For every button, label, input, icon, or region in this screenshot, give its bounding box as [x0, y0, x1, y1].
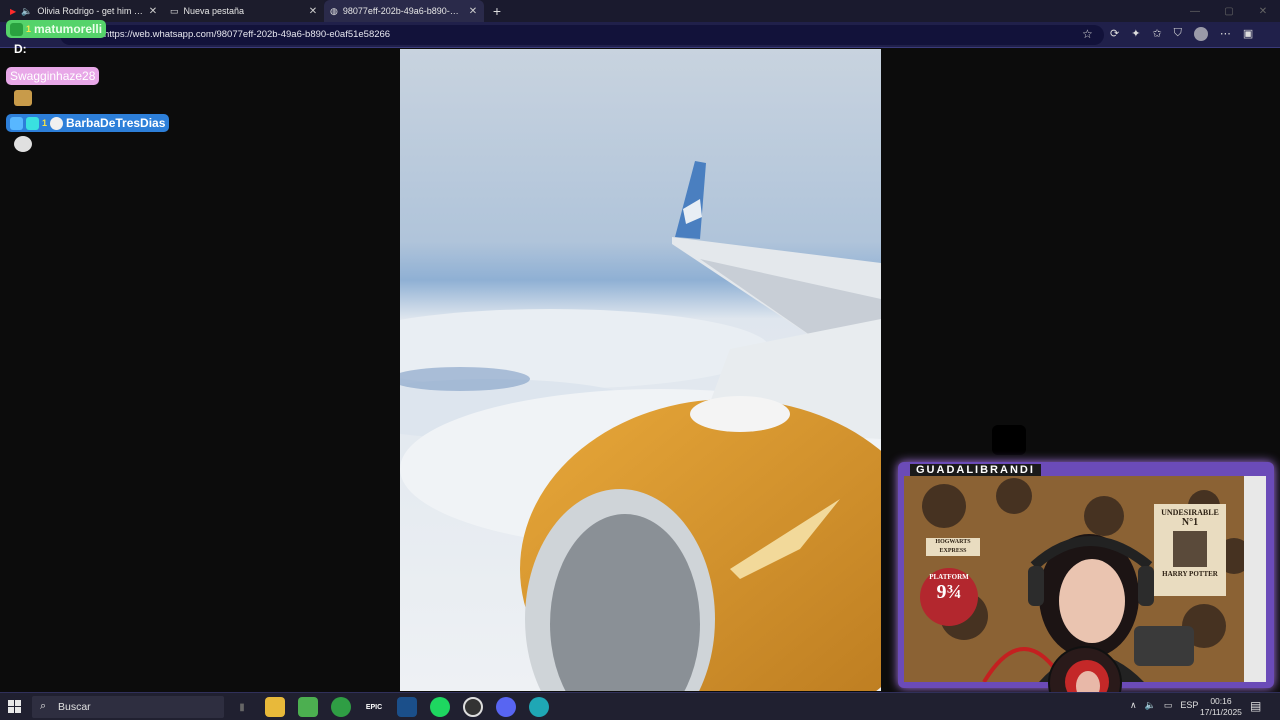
- youtube-icon: ▶: [10, 6, 17, 16]
- tab-new[interactable]: ▭ Nueva pestaña ✕: [164, 0, 324, 22]
- poster-number: N°1: [1181, 517, 1199, 528]
- platform-number: 9¾: [936, 581, 962, 603]
- file-explorer-icon[interactable]: [265, 697, 285, 717]
- minecraft-icon[interactable]: [298, 697, 318, 717]
- taskbar-clock[interactable]: 00:16 17/11/2025: [1200, 696, 1242, 718]
- system-tray: ∧ 🔈 ▭ ESP: [1130, 700, 1198, 711]
- clock-date: 17/11/2025: [1200, 707, 1242, 717]
- more-icon[interactable]: ⋯: [1220, 27, 1231, 41]
- chat-emote-icon: [14, 136, 32, 152]
- close-tab-icon[interactable]: ✕: [468, 6, 478, 17]
- hogwarts-sign: HOGWARTS EXPRESS: [926, 538, 980, 556]
- poster-title: UNDESIRABLE: [1161, 508, 1219, 517]
- xbox-icon[interactable]: [331, 697, 351, 717]
- favorite-star-icon[interactable]: ☆: [1082, 27, 1093, 41]
- chat-badge-icon: [10, 22, 23, 36]
- screen: ▶ 🔈 Olivia Rodrigo - get him bac ✕ ▭ Nue…: [0, 0, 1280, 720]
- spotify-icon[interactable]: [430, 697, 450, 717]
- steam-icon[interactable]: [397, 697, 417, 717]
- newtab-icon: ▭: [170, 5, 179, 16]
- network-icon[interactable]: ▭: [1164, 700, 1173, 711]
- extension-icon[interactable]: ✦: [1131, 27, 1140, 41]
- search-placeholder: Buscar: [58, 701, 91, 713]
- chat-username: BarbaDeTresDias: [66, 116, 166, 130]
- minimize-icon[interactable]: —: [1178, 0, 1212, 22]
- tab-title: 98077eff-202b-49a6-b890-e0af5: [342, 6, 463, 16]
- chat-badge-icon: [26, 116, 39, 130]
- search-icon: ⌕: [40, 700, 47, 712]
- close-window-icon[interactable]: ✕: [1246, 0, 1280, 22]
- toolbar-icons: ⟳ ✦ ✩ ⛉ ⋯ ▣: [1110, 27, 1253, 41]
- edge-icon[interactable]: [529, 697, 549, 717]
- badge-count: 1: [42, 118, 48, 128]
- chat-user-chip: 1 matumorelli: [6, 20, 107, 38]
- new-tab-button[interactable]: +: [484, 0, 510, 22]
- shield-icon[interactable]: ⛉: [1174, 27, 1182, 41]
- discord-icon[interactable]: [496, 697, 516, 717]
- poster-name: HARRY POTTER: [1162, 570, 1218, 578]
- chat-badge-icon: [10, 116, 23, 130]
- airplane-wing-scene: [400, 49, 881, 691]
- sidebar-icon[interactable]: ▣: [1243, 27, 1253, 41]
- streamer-name: GUADALIBRANDI: [910, 464, 1041, 476]
- mic-icon[interactable]: ▮: [232, 697, 252, 717]
- globe-icon: ◍: [330, 5, 338, 16]
- address-bar: https://web.whatsapp.com/98077eff-202b-4…: [0, 22, 1280, 48]
- windows-start-icon[interactable]: [8, 700, 22, 714]
- favorites-icon[interactable]: ✩: [1152, 27, 1161, 41]
- chat-message-text: D:: [14, 42, 27, 56]
- chat-user-chip: Swagginhaze28: [6, 67, 100, 85]
- browser-tab-bar: ▶ 🔈 Olivia Rodrigo - get him bac ✕ ▭ Nue…: [0, 0, 1280, 22]
- tray-chevron-icon[interactable]: ∧: [1130, 700, 1137, 711]
- chat-username: Swagginhaze28: [10, 69, 96, 83]
- clock-time: 00:16: [1210, 696, 1232, 706]
- chat-emote-icon: [14, 90, 32, 106]
- chat-badge-icon: [50, 116, 64, 130]
- taskbar-search[interactable]: ⌕ Buscar: [32, 696, 224, 718]
- tab-whatsapp[interactable]: ◍ 98077eff-202b-49a6-b890-e0af5 ✕: [324, 0, 484, 22]
- chat-user-chip: 1 BarbaDeTresDias: [6, 114, 170, 132]
- taskbar: ⌕ Buscar ▮ EPIC ∧ 🔈 ▭ ESP 00:16 17/11/20…: [0, 692, 1280, 720]
- maximize-icon[interactable]: ▢: [1212, 0, 1246, 22]
- volume-icon[interactable]: 🔈: [1145, 700, 1156, 711]
- chat-username: matumorelli: [34, 22, 103, 36]
- wanted-poster: UNDESIRABLE N°1 HARRY POTTER: [1154, 504, 1226, 596]
- close-tab-icon[interactable]: ✕: [308, 6, 318, 17]
- platform-sign: PLATFORM 9¾: [920, 568, 978, 626]
- taskbar-apps: ▮ EPIC: [232, 697, 549, 717]
- profile-avatar[interactable]: [1193, 27, 1208, 41]
- notification-icon[interactable]: ▤: [1250, 699, 1261, 713]
- badge-count: 1: [26, 24, 32, 34]
- close-tab-icon[interactable]: ✕: [148, 6, 158, 17]
- overlay-box: [992, 425, 1026, 455]
- language-indicator[interactable]: ESP: [1180, 700, 1198, 711]
- tab-youtube[interactable]: ▶ 🔈 Olivia Rodrigo - get him bac ✕: [0, 0, 164, 22]
- tab-title: Nueva pestaña: [183, 6, 245, 16]
- url-text[interactable]: https://web.whatsapp.com/98077eff-202b-4…: [104, 29, 390, 40]
- window-controls: — ▢ ✕: [1178, 0, 1280, 22]
- tab-title: Olivia Rodrigo - get him bac: [37, 6, 143, 16]
- epic-games-icon[interactable]: EPIC: [364, 697, 384, 717]
- poster-photo: [1173, 531, 1207, 567]
- platform-label: PLATFORM: [929, 573, 969, 581]
- airplane-window-video: [400, 49, 881, 691]
- refresh-icon[interactable]: ⟳: [1110, 27, 1119, 41]
- audio-icon[interactable]: 🔈: [21, 6, 32, 17]
- obs-icon[interactable]: [463, 697, 483, 717]
